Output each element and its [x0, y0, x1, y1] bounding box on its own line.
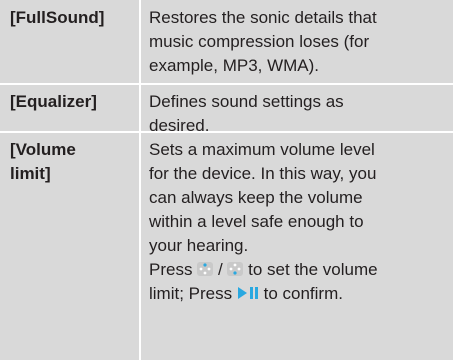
description-line: for the device. In this way, you — [149, 164, 377, 183]
column-divider — [139, 0, 141, 360]
instruction-action-text: to set the volume — [248, 260, 378, 279]
settings-table: [FullSound] Restores the sonic details t… — [0, 0, 453, 360]
description-line: Defines sound settings as — [149, 92, 344, 111]
term-cell: [Volume limit] — [0, 132, 140, 360]
description-cell: Sets a maximum volume level for the devi… — [140, 132, 453, 360]
description-cell: Defines sound settings as desired. — [140, 84, 453, 135]
volume-up-key-icon — [197, 262, 214, 276]
description-line: music compression loses (for — [149, 32, 370, 51]
table-row-volume-limit: [Volume limit] Sets a maximum volume lev… — [0, 132, 453, 360]
term-line: [Volume — [10, 140, 76, 159]
instruction-confirm-text: to confirm. — [263, 284, 343, 303]
description-line: example, MP3, WMA). — [149, 56, 320, 75]
instruction-line-1: Press / to set the volume — [149, 258, 449, 282]
term-cell: [Equalizer] — [0, 84, 140, 132]
description-line: can always keep the volume — [149, 188, 363, 207]
instruction-press-text: Press — [149, 260, 193, 279]
description-line: your hearing. — [149, 236, 249, 255]
volume-down-key-icon — [227, 262, 244, 276]
table-row-fullsound: [FullSound] Restores the sonic details t… — [0, 0, 453, 84]
instruction-separator: / — [217, 260, 223, 279]
term-line: limit] — [10, 164, 51, 183]
instruction-line-2: limit; Press to confirm. — [149, 282, 449, 306]
instruction-prefix-text: limit; Press — [149, 284, 233, 303]
term-cell: [FullSound] — [0, 0, 140, 84]
row-divider — [0, 83, 453, 85]
description-volume-limit: Sets a maximum volume level for the devi… — [149, 138, 449, 306]
description-line: Restores the sonic details that — [149, 8, 377, 27]
term-equalizer: [Equalizer] — [10, 92, 97, 111]
term-volume-limit: [Volume limit] — [10, 138, 138, 186]
description-line: Sets a maximum volume level — [149, 140, 375, 159]
term-fullsound: [FullSound] — [10, 8, 105, 27]
row-divider — [0, 131, 453, 133]
volume-down-key-icon-svg — [230, 263, 241, 275]
volume-up-key-icon-svg — [199, 263, 211, 275]
table-row-equalizer: [Equalizer] Defines sound settings as de… — [0, 84, 453, 135]
description-cell: Restores the sonic details that music co… — [140, 0, 453, 84]
description-line: within a level safe enough to — [149, 212, 364, 231]
description-fullsound: Restores the sonic details that music co… — [149, 6, 449, 78]
play-pause-icon — [237, 287, 258, 299]
